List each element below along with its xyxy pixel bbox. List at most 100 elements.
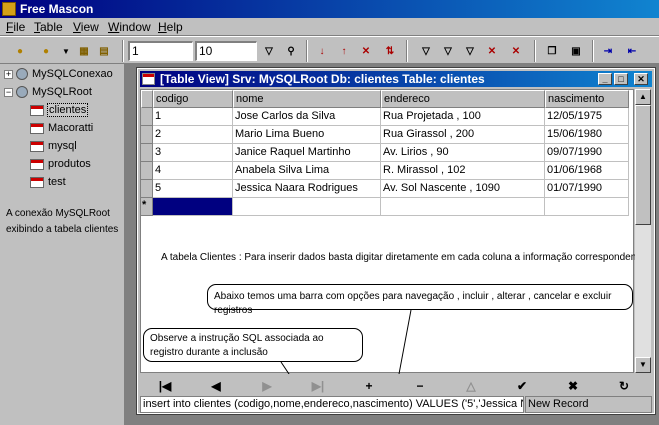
menu-file[interactable]: File xyxy=(6,20,25,34)
filter-equal-icon[interactable]: ▽ xyxy=(416,41,436,61)
record-count-input[interactable]: 10 xyxy=(195,41,257,61)
connect-icon[interactable]: ● xyxy=(10,41,30,61)
column-header-endereco[interactable]: endereco xyxy=(381,90,545,108)
cell-nome[interactable] xyxy=(233,198,381,216)
nav-cancel-button[interactable]: ✖ xyxy=(548,377,598,395)
expand-icon[interactable]: + xyxy=(4,69,13,79)
cell-codigo[interactable]: 2 xyxy=(153,126,233,144)
menu-help[interactable]: Help xyxy=(158,20,183,34)
tree-item-clientes[interactable]: clientes xyxy=(30,103,89,117)
cell-codigo[interactable]: 1 xyxy=(153,108,233,126)
grid-annotation: A tabela Clientes : Para inserir dados b… xyxy=(161,252,645,263)
export-icon[interactable]: ⇤ xyxy=(622,41,642,61)
table-icon xyxy=(30,104,44,116)
filter-greater-icon[interactable]: ▽ xyxy=(460,41,480,61)
table-view-title-bar[interactable]: [Table View] Srv: MySQLRoot Db: clientes… xyxy=(140,71,652,87)
toolbar-separator xyxy=(122,40,124,62)
row-indicator[interactable] xyxy=(141,180,153,198)
row-indicator[interactable] xyxy=(141,126,153,144)
cell-endereco[interactable]: R. Mirassol , 102 xyxy=(381,162,545,180)
minimize-icon[interactable]: _ xyxy=(598,73,612,85)
cell-nome[interactable]: Jessica Naara Rodrigues xyxy=(233,180,381,198)
cell-nome[interactable]: Janice Raquel Martinho xyxy=(233,144,381,162)
nav-refresh-button[interactable]: ↻ xyxy=(599,377,649,395)
column-header-codigo[interactable]: codigo xyxy=(153,90,233,108)
nav-next-button[interactable]: ▶ xyxy=(242,377,292,395)
cell-codigo[interactable]: 5 xyxy=(153,180,233,198)
copy-icon[interactable]: ❐ xyxy=(542,41,562,61)
menu-view[interactable]: View xyxy=(73,20,99,34)
dropdown-arrow-icon[interactable]: ▼ xyxy=(56,41,76,61)
cell-nascimento[interactable]: 01/06/1968 xyxy=(545,162,629,180)
tree-item-macoratti[interactable]: Macoratti xyxy=(30,122,93,134)
table-view-window[interactable]: [Table View] Srv: MySQLRoot Db: clientes… xyxy=(136,67,656,415)
nav-insert-button[interactable]: + xyxy=(344,377,394,395)
sort-desc-icon[interactable]: ↑ xyxy=(334,41,354,61)
tree-node-mysqlconexao[interactable]: + MySQLConexao xyxy=(4,68,113,80)
column-header-nascimento[interactable]: nascimento xyxy=(545,90,629,108)
nav-edit-button[interactable]: △ xyxy=(446,377,496,395)
tree-item-label: produtos xyxy=(48,158,91,170)
sort-clear-icon[interactable]: ✕ xyxy=(356,41,376,61)
close-icon[interactable]: ✕ xyxy=(634,73,648,85)
cell-nome[interactable]: Jose Carlos da Silva xyxy=(233,108,381,126)
cell-codigo-editing[interactable] xyxy=(153,198,233,216)
record-state-field: New Record xyxy=(525,396,652,413)
import-icon[interactable]: ⇥ xyxy=(598,41,618,61)
cell-endereco[interactable]: Av. Sol Nascente , 1090 xyxy=(381,180,545,198)
tree-item-test[interactable]: test xyxy=(30,176,66,188)
sql-statement-field[interactable]: insert into clientes (codigo,nome,endere… xyxy=(140,396,524,413)
scroll-down-icon[interactable]: ▼ xyxy=(635,357,651,373)
sort-all-icon[interactable]: ⇅ xyxy=(380,41,400,61)
filter-less-icon[interactable]: ▽ xyxy=(438,41,458,61)
row-indicator[interactable] xyxy=(141,162,153,180)
cell-nascimento[interactable]: 09/07/1990 xyxy=(545,144,629,162)
cell-endereco[interactable]: Av. Lirios , 90 xyxy=(381,144,545,162)
table-icon xyxy=(142,73,155,85)
server-icon xyxy=(16,86,28,98)
cell-endereco[interactable]: Rua Projetada , 100 xyxy=(381,108,545,126)
start-record-input[interactable]: 1 xyxy=(128,41,193,61)
vertical-scrollbar[interactable]: ▲ ▼ xyxy=(635,89,651,373)
filter-icon[interactable]: ▽ xyxy=(259,41,279,61)
paste-icon[interactable]: ▣ xyxy=(566,41,586,61)
nav-first-button[interactable]: |◀ xyxy=(140,377,190,395)
filter-clear-all-icon[interactable]: ✕ xyxy=(506,41,526,61)
nav-last-button[interactable]: ▶| xyxy=(293,377,343,395)
cell-nascimento[interactable]: 01/07/1990 xyxy=(545,180,629,198)
collapse-icon[interactable]: − xyxy=(4,87,13,97)
filter-clear-icon[interactable]: ✕ xyxy=(482,41,502,61)
cell-endereco[interactable] xyxy=(381,198,545,216)
tools-icon[interactable]: ▤ xyxy=(94,41,114,61)
folder-icon[interactable]: ▦ xyxy=(74,41,94,61)
cell-nascimento[interactable] xyxy=(545,198,629,216)
nav-post-button[interactable]: ✔ xyxy=(497,377,547,395)
tree-item-produtos[interactable]: produtos xyxy=(30,158,91,170)
open-db-icon[interactable]: ● xyxy=(36,41,56,61)
app-title-bar[interactable]: Free Mascon xyxy=(0,0,659,18)
cell-nascimento[interactable]: 15/06/1980 xyxy=(545,126,629,144)
nav-delete-button[interactable]: − xyxy=(395,377,445,395)
sort-asc-icon[interactable]: ↓ xyxy=(312,41,332,61)
nav-prior-button[interactable]: ◀ xyxy=(191,377,241,395)
menu-table[interactable]: Table xyxy=(34,20,63,34)
menu-window[interactable]: Window xyxy=(108,20,151,34)
tree-structure-icon[interactable]: ⚲ xyxy=(281,41,301,61)
cell-nascimento[interactable]: 12/05/1975 xyxy=(545,108,629,126)
table-view-title: [Table View] Srv: MySQLRoot Db: clientes… xyxy=(160,72,485,86)
cell-codigo[interactable]: 3 xyxy=(153,144,233,162)
column-header-nome[interactable]: nome xyxy=(233,90,381,108)
scroll-thumb[interactable] xyxy=(635,105,651,225)
maximize-icon[interactable]: □ xyxy=(614,73,628,85)
cell-nome[interactable]: Mario Lima Bueno xyxy=(233,126,381,144)
cell-nome[interactable]: Anabela Silva Lima xyxy=(233,162,381,180)
cell-codigo[interactable]: 4 xyxy=(153,162,233,180)
data-grid[interactable]: codigo nome endereco nascimento 1 Jose C… xyxy=(140,89,645,374)
cell-endereco[interactable]: Rua Girassol , 200 xyxy=(381,126,545,144)
scroll-up-icon[interactable]: ▲ xyxy=(635,89,651,105)
tree-node-mysqlroot[interactable]: − MySQLRoot xyxy=(4,86,92,98)
tree-item-mysql[interactable]: mysql xyxy=(30,140,77,152)
row-indicator[interactable] xyxy=(141,108,153,126)
new-row-indicator[interactable]: * xyxy=(141,198,153,216)
row-indicator[interactable] xyxy=(141,144,153,162)
